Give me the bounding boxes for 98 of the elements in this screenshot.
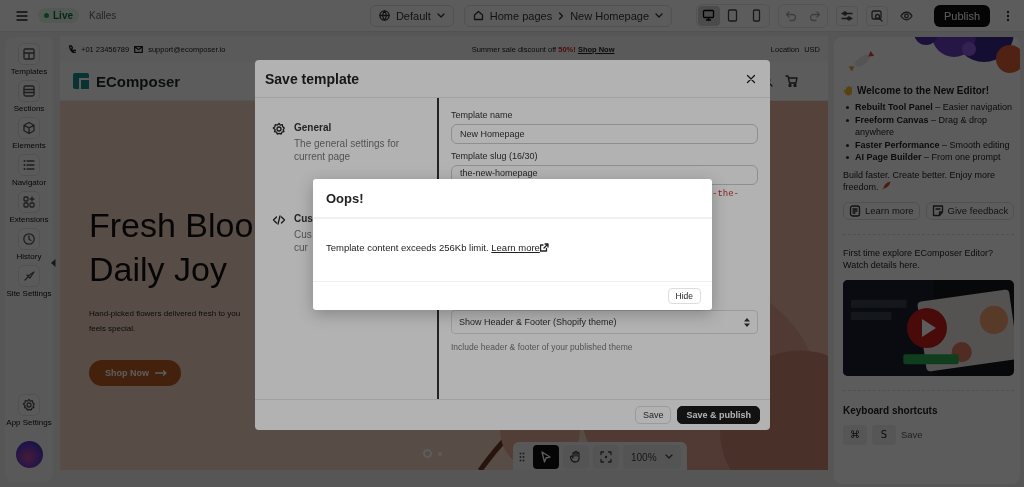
sidebar-item[interactable]: Templates	[10, 43, 48, 76]
logo-icon	[72, 72, 90, 90]
focus-icon	[599, 450, 613, 464]
tool-button[interactable]	[533, 445, 559, 469]
chevron-down-icon[interactable]	[436, 12, 445, 19]
dialog-title: Save template	[265, 70, 360, 87]
bullet-icon	[846, 156, 849, 159]
field-label: Template name	[451, 110, 514, 120]
clock-icon	[22, 232, 36, 246]
waving-hand-icon	[843, 85, 854, 96]
phone-icon	[68, 45, 76, 53]
save-button[interactable]: Save	[634, 406, 672, 424]
section-title[interactable]: General	[294, 122, 400, 133]
logo-text: EComposer	[96, 72, 181, 90]
video-intro-text: First time explore EComposer Editor? Watch details here.	[843, 246, 995, 272]
hide-button[interactable]: Hide	[667, 288, 701, 304]
hero-heading: Fresh Bloo Daily Joy	[89, 205, 254, 290]
list-icon	[22, 158, 36, 172]
cursor-icon	[539, 450, 553, 464]
cart-icon[interactable]	[785, 75, 798, 87]
feedback-button[interactable]: Give feedback	[925, 201, 1015, 220]
collapse-arrow-icon[interactable]	[51, 259, 56, 267]
shop-now-button[interactable]: Shop Now	[89, 360, 181, 386]
layout-icon	[22, 47, 36, 61]
gear-icon	[272, 122, 286, 136]
avatar[interactable]	[15, 441, 43, 468]
slug-preview-text: -the-	[712, 189, 739, 199]
tagline-text: Build faster. Create better. Enjoy more freedom.	[843, 168, 997, 194]
hand-icon	[569, 450, 583, 464]
more-icon[interactable]	[1006, 9, 1010, 22]
help-text: Include header & footer of your published theme	[451, 342, 634, 352]
feature-item: Freeform Canvas – Drag & drop anywhere	[855, 113, 989, 139]
apps-icon	[22, 195, 36, 209]
search-icon	[870, 9, 883, 22]
shortcuts-heading: Keyboard shortcuts	[843, 404, 939, 416]
play-button-icon[interactable]	[907, 307, 947, 348]
sidebar-item[interactable]: Elements	[12, 117, 46, 150]
drag-handle-icon[interactable]	[519, 452, 525, 462]
undo-icon	[784, 9, 797, 22]
sliders-button[interactable]	[835, 5, 858, 26]
brush-icon	[22, 269, 36, 283]
sort-arrows-icon	[744, 317, 750, 327]
sidebar-item[interactable]: Extensions	[9, 191, 49, 224]
close-icon[interactable]	[746, 73, 756, 84]
rows-icon	[22, 84, 36, 98]
hero-text: Hand-picked flowers delivered fresh to you feels special.	[89, 308, 241, 335]
document-icon	[849, 204, 861, 217]
redo-icon	[808, 9, 821, 22]
eye-icon	[900, 9, 914, 22]
feature-item: AI Page Builder – From one prompt	[855, 151, 1001, 164]
tool-button[interactable]	[563, 445, 589, 469]
gear-icon	[22, 398, 36, 412]
dialog-title: Oops!	[313, 179, 712, 219]
learn-more-button[interactable]: Learn more	[843, 201, 920, 220]
rocket-icon	[881, 181, 892, 191]
chevron-down-icon[interactable]	[664, 454, 673, 460]
menu-icon[interactable]	[16, 10, 28, 21]
code-icon	[272, 213, 286, 227]
section-description: The general settings for current page	[294, 137, 400, 163]
theme-selector[interactable]: Default	[369, 4, 454, 27]
breadcrumb[interactable]: Home pages New Homepage	[463, 4, 672, 27]
bullet-icon	[846, 118, 849, 122]
keyboard-key: ⌘	[843, 424, 867, 445]
section-description: Cus cur	[294, 228, 313, 254]
keyboard-key: S	[872, 424, 896, 445]
template-name-field[interactable]: New Homepage	[451, 124, 758, 144]
cube-icon	[22, 121, 36, 135]
feature-item: Faster Performance – Smooth editing	[855, 138, 1010, 151]
arrow-right-icon	[155, 370, 167, 376]
chevron-right-icon	[558, 11, 565, 20]
external-link-icon	[539, 243, 549, 252]
bullet-icon	[846, 106, 849, 109]
sidebar-item[interactable]: App Settings	[6, 394, 52, 427]
globe-icon	[378, 10, 390, 21]
status-badge: Live	[38, 8, 79, 23]
sidebar-item[interactable]: Sections	[13, 80, 45, 113]
mail-icon	[134, 45, 144, 53]
section-title[interactable]: Cus	[294, 213, 313, 224]
home-icon	[472, 10, 484, 21]
error-message: Template content exceeds 256Kb limit. Learn more	[326, 242, 549, 253]
learn-more-link[interactable]: Learn more	[491, 242, 549, 253]
tablet-icon	[726, 9, 740, 22]
bullet-icon	[846, 143, 849, 147]
field-label: Template slug (16/30)	[451, 151, 539, 161]
note-icon	[931, 204, 944, 217]
welcome-heading: Welcome to the New Editor!	[843, 85, 1014, 96]
sliders-icon	[840, 9, 853, 22]
tool-button[interactable]	[593, 445, 619, 469]
sidebar-item[interactable]: Navigator	[11, 154, 47, 187]
layout-select[interactable]: Show Header & Footer (Shopify theme)	[451, 310, 758, 334]
feature-item: Rebuilt Tool Panel – Easier navigation	[855, 101, 1012, 114]
chevron-down-icon[interactable]	[655, 12, 663, 19]
sidebar-item[interactable]: Site Settings	[6, 265, 52, 298]
desktop-icon	[702, 9, 716, 22]
save-publish-button[interactable]: Save & publish	[677, 406, 760, 424]
publish-button[interactable]: Publish	[933, 4, 990, 27]
device-tab[interactable]	[697, 5, 720, 26]
preview-search-button[interactable]	[865, 5, 888, 26]
